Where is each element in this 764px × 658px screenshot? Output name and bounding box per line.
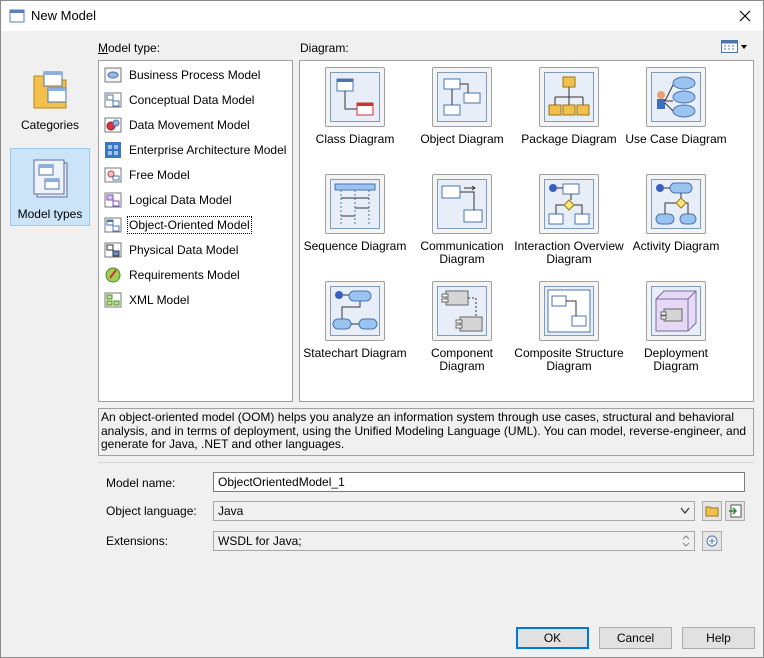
data-movement-icon <box>104 117 122 133</box>
help-button[interactable]: Help <box>682 627 755 649</box>
category-label: Categories <box>20 118 80 132</box>
component-diagram-icon <box>432 281 492 341</box>
activity-diagram-icon <box>646 174 706 234</box>
select-extensions-button[interactable] <box>702 531 722 551</box>
view-list-icon <box>721 40 738 53</box>
diagram-item-use-case[interactable]: Use Case Diagram <box>621 62 731 162</box>
logical-data-icon <box>104 192 122 208</box>
business-process-icon <box>104 67 122 83</box>
conceptual-data-icon <box>104 92 122 108</box>
diagram-item-package[interactable]: Package Diagram <box>514 62 624 162</box>
chevron-down-icon <box>680 507 690 514</box>
chevron-down-icon <box>741 45 747 49</box>
cancel-button[interactable]: Cancel <box>599 627 672 649</box>
physical-data-icon <box>104 242 122 258</box>
new-model-dialog: New Model Categories Model types Model t… <box>0 0 764 658</box>
communication-diagram-icon <box>432 174 492 234</box>
list-item[interactable]: Free Model <box>103 164 190 186</box>
list-item[interactable]: Conceptual Data Model <box>103 89 254 111</box>
diagram-item-object[interactable]: Object Diagram <box>407 62 517 162</box>
object-language-select[interactable]: Java <box>213 501 695 521</box>
model-description: An object-oriented model (OOM) helps you… <box>98 408 754 456</box>
view-mode-button[interactable] <box>721 38 753 56</box>
list-item[interactable]: Data Movement Model <box>103 114 250 136</box>
diagram-label: Diagram: <box>300 41 349 55</box>
diagram-item-composite-structure[interactable]: Composite Structure Diagram <box>514 276 624 376</box>
diagram-item-statechart[interactable]: Statechart Diagram <box>300 276 410 376</box>
statechart-diagram-icon <box>325 281 385 341</box>
extensions-input[interactable]: WSDL for Java; <box>213 531 695 551</box>
diagram-item-deployment[interactable]: Deployment Diagram <box>621 276 731 376</box>
ok-button[interactable]: OK <box>516 627 589 649</box>
model-properties-form: Model name: ObjectOrientedModel_1 Object… <box>98 462 754 570</box>
model-name-label: Model name: <box>106 476 176 490</box>
list-item[interactable]: XML Model <box>103 289 189 311</box>
close-button[interactable] <box>731 3 759 29</box>
model-type-list[interactable]: Business Process Model Conceptual Data M… <box>98 60 293 402</box>
enterprise-architecture-icon <box>105 142 121 158</box>
list-item[interactable]: Requirements Model <box>103 264 240 286</box>
select-extensions-icon <box>706 535 718 547</box>
deployment-diagram-icon <box>646 281 706 341</box>
import-icon <box>729 504 742 518</box>
sequence-diagram-icon <box>325 174 385 234</box>
interaction-overview-diagram-icon <box>539 174 599 234</box>
diagram-item-communication[interactable]: Communication Diagram <box>407 169 517 269</box>
diagram-pane: Class Diagram Object Diagram Package Dia… <box>299 60 754 402</box>
folder-categories-icon <box>33 71 67 109</box>
import-language-button[interactable] <box>725 501 745 521</box>
object-diagram-icon <box>432 67 492 127</box>
object-language-label: Object language: <box>106 504 197 518</box>
close-icon <box>739 10 751 22</box>
window-title: New Model <box>31 8 97 23</box>
category-label: Model types <box>17 207 83 221</box>
list-item[interactable]: Enterprise Architecture Model <box>103 139 286 161</box>
diagram-item-class[interactable]: Class Diagram <box>300 62 410 162</box>
list-item[interactable]: Logical Data Model <box>103 189 232 211</box>
model-types-icon <box>33 159 68 198</box>
diagram-item-activity[interactable]: Activity Diagram <box>621 169 731 269</box>
free-model-icon <box>104 167 122 183</box>
category-model-types[interactable]: Model types <box>10 148 90 226</box>
browse-language-button[interactable] <box>702 501 722 521</box>
model-type-label: Model type: <box>98 41 161 55</box>
xml-model-icon <box>104 292 122 308</box>
list-item[interactable]: Object-Oriented Model <box>103 214 252 236</box>
list-item[interactable]: Business Process Model <box>103 64 260 86</box>
use-case-diagram-icon <box>646 67 706 127</box>
package-diagram-icon <box>539 67 599 127</box>
diagram-item-component[interactable]: Component Diagram <box>407 276 517 376</box>
list-item[interactable]: Physical Data Model <box>103 239 238 261</box>
diagram-item-interaction-overview[interactable]: Interaction Overview Diagram <box>514 169 624 269</box>
app-icon <box>9 9 25 23</box>
composite-structure-diagram-icon <box>539 281 599 341</box>
object-oriented-icon <box>104 217 122 233</box>
category-categories[interactable]: Categories <box>10 60 90 138</box>
spinner-icon[interactable] <box>682 534 690 548</box>
folder-open-icon <box>705 506 719 517</box>
model-name-input[interactable]: ObjectOrientedModel_1 <box>213 472 745 492</box>
extensions-label: Extensions: <box>106 534 169 548</box>
title-bar: New Model <box>1 1 763 31</box>
diagram-item-sequence[interactable]: Sequence Diagram <box>300 169 410 269</box>
requirements-icon <box>105 267 121 283</box>
class-diagram-icon <box>325 67 385 127</box>
category-bar: Categories Model types <box>10 60 90 400</box>
